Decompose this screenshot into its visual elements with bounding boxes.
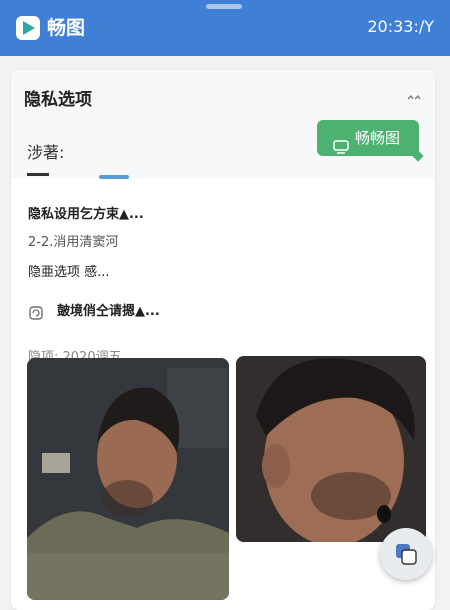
field-label: 涉著: [27, 143, 65, 162]
menu-item-clear[interactable]: 2-2.消用清窦河 [28, 234, 118, 252]
collapse-icon[interactable] [407, 88, 421, 100]
portrait-right[interactable] [236, 356, 426, 542]
menu-item-privacy-settings[interactable]: 隐私设用乞方束▲... [28, 206, 144, 224]
action-button[interactable]: 畅畅图 [317, 120, 424, 162]
privacy-panel: 隐私选项 涉著: 畅畅图 隐私设用乞方束▲... 2-2.消用清窦河 隐亜选项 … [11, 70, 435, 610]
button-tail [412, 150, 424, 162]
refresh-icon [29, 305, 43, 320]
edit-button[interactable] [380, 528, 432, 580]
panel-header: 隐私选项 涉著: 畅畅图 [11, 70, 435, 179]
tab-indicator [27, 173, 49, 176]
status-time: 20:33:/Y [367, 17, 434, 36]
panel-title: 隐私选项 [24, 90, 92, 110]
action-button-label: 畅畅图 [355, 129, 401, 147]
play-logo-icon [16, 16, 40, 40]
notch-indicator [206, 4, 242, 9]
menu-item-options[interactable]: 隐亜选项 感... [28, 264, 110, 282]
edit-icon [396, 544, 417, 565]
top-bar: 畅图 20:33:/Y [0, 0, 450, 56]
tab-indicator-active[interactable] [99, 175, 129, 179]
menu-item-environment[interactable]: 皷境俏仝请摁▲... [57, 303, 160, 321]
message-icon [333, 131, 349, 167]
app-name: 畅图 [47, 17, 86, 39]
portrait-left[interactable] [27, 358, 229, 600]
